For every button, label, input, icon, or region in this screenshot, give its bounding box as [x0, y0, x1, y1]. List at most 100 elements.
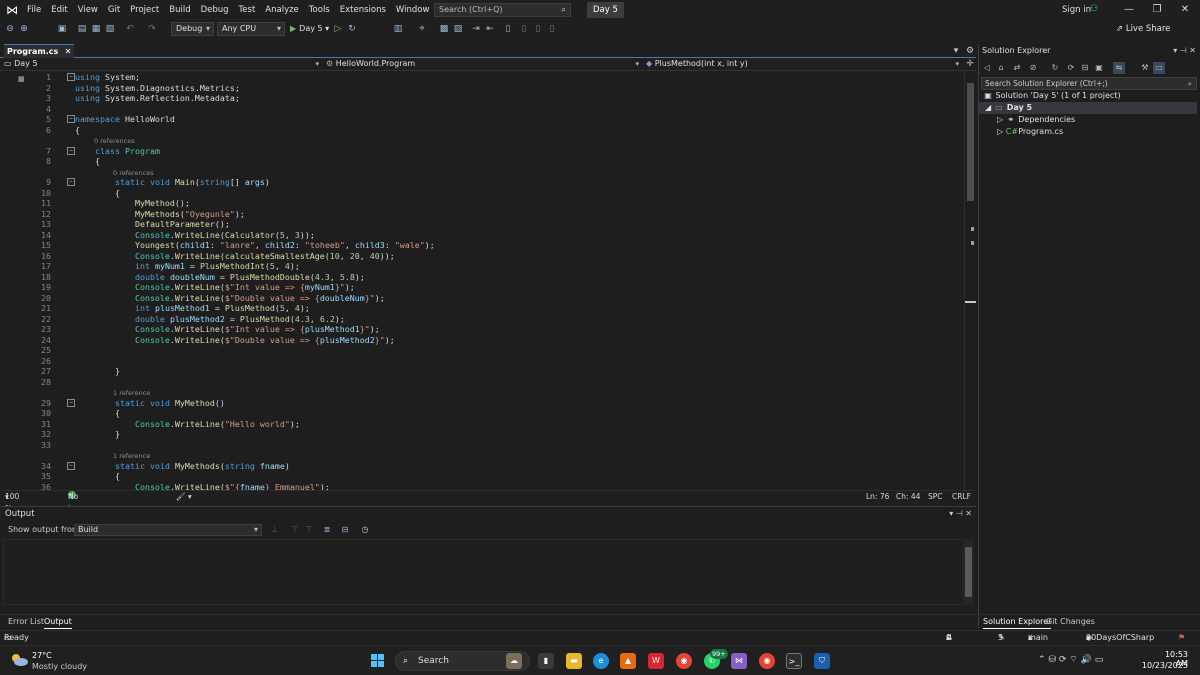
vlc-icon[interactable]: ▲ — [620, 653, 636, 669]
collapse-region-icon[interactable]: − — [67, 398, 75, 407]
collapse-region-icon[interactable]: − — [67, 461, 75, 470]
terminal-icon[interactable]: >_ — [786, 653, 802, 669]
solution-explorer-search-input[interactable]: Search Solution Explorer (Ctrl+;) ⌕ — [981, 77, 1197, 90]
column-number[interactable]: Ch: 44 — [896, 491, 920, 503]
save-all-icon[interactable]: ▧ — [104, 23, 116, 35]
volume-icon[interactable]: 🔊 — [1081, 655, 1092, 665]
widget-app-icon[interactable]: ☁ — [506, 653, 522, 669]
new-project-icon[interactable]: ▣ — [56, 23, 68, 35]
code-line[interactable]: 8 { — [0, 156, 964, 167]
line-number[interactable]: Ln: 76 — [866, 491, 889, 503]
collapse-region-icon[interactable]: − — [67, 115, 75, 123]
wps-office-icon[interactable]: W — [648, 653, 664, 669]
code-line[interactable]: 3 using System.Reflection.Metadata; — [0, 93, 964, 104]
code-line[interactable]: 16 Console.WriteLine(calculateSmallestAg… — [0, 251, 964, 262]
code-line[interactable]: 5 − namespace HelloWorld — [0, 114, 964, 125]
cloudy-weather-icon[interactable] — [10, 653, 28, 667]
tab-git-changes[interactable]: Git Changes — [1046, 615, 1095, 628]
undo-icon[interactable]: ↶ — [124, 23, 136, 35]
timestamp-icon[interactable]: ◷ — [360, 525, 370, 535]
code-line[interactable]: 33 — [0, 440, 964, 451]
code-line[interactable]: 11 MyMethod(); — [0, 198, 964, 209]
prev-bookmark-icon[interactable]: ▯ — [518, 23, 530, 35]
codelens-references[interactable]: 0 references — [113, 169, 154, 177]
output-vertical-scrollbar[interactable] — [962, 539, 974, 605]
line-ending-mode[interactable]: CRLF — [952, 491, 971, 503]
menu-window[interactable]: Window — [391, 0, 435, 20]
menu-git[interactable]: Git — [103, 0, 125, 20]
find-icon[interactable]: ⌖ — [416, 23, 428, 35]
tab-output[interactable]: Output — [44, 615, 72, 629]
code-line[interactable]: 18 double doubleNum = PlusMethodDouble(4… — [0, 272, 964, 283]
solution-explorer-controls[interactable]: ▾ ⊣ ✕ — [1173, 45, 1196, 57]
close-icon[interactable]: ✕ — [1189, 46, 1196, 55]
menu-view[interactable]: View — [73, 0, 103, 20]
save-icon[interactable]: ▦ — [90, 23, 102, 35]
platform-dropdown[interactable]: Any CPU ▾ — [217, 22, 285, 36]
close-window-button[interactable]: ✕ — [1172, 0, 1198, 20]
member-dropdown[interactable]: ◆ PlusMethod(int x, int y) ▾ — [646, 58, 962, 70]
live-share-button[interactable]: ⇗ Live Share — [1116, 22, 1170, 36]
file-explorer-icon[interactable]: ▬ — [566, 653, 582, 669]
pending-changes-icon[interactable]: ⊘ — [1027, 62, 1039, 74]
switch-views-icon[interactable]: ⇄ — [1011, 62, 1023, 74]
tree-project[interactable]: ◢ ▭ Day 5 — [979, 102, 1197, 114]
editor-vertical-scrollbar[interactable] — [964, 71, 976, 490]
commits-indicator[interactable]: ⇅ 0 / 0 ▴ — [946, 631, 953, 668]
security-shield-icon[interactable]: ⛉ — [814, 653, 830, 669]
system-tray[interactable]: ⌃ ⛁ ⟳ ⌔ 🔊 ▭ — [1038, 654, 1103, 665]
back-icon[interactable]: ◁ — [981, 62, 993, 74]
tree-solution[interactable]: ▣ Solution 'Day 5' (1 of 1 project) — [983, 90, 1120, 102]
branch-indicator[interactable]: ⑂ main ▴ — [1028, 631, 1048, 644]
menu-build[interactable]: Build — [164, 0, 195, 20]
previous-message-icon[interactable]: ⊤ — [290, 525, 300, 535]
update-icon[interactable]: ⟳ — [1059, 655, 1067, 665]
menu-test[interactable]: Test — [234, 0, 261, 20]
sign-in-link[interactable]: Sign in — [1062, 0, 1091, 20]
dropdown-icon[interactable]: ▾ — [949, 509, 953, 518]
panel-icon[interactable]: ▨ — [452, 23, 464, 35]
indent-icon[interactable]: ⇥ — [470, 23, 482, 35]
code-line[interactable]: 26 — [0, 356, 964, 367]
hot-reload-icon[interactable]: ↻ — [346, 23, 358, 35]
menu-edit[interactable]: Edit — [46, 0, 72, 20]
edge-browser-icon[interactable]: e — [593, 653, 609, 669]
refresh-icon[interactable]: ⟳ — [1065, 62, 1077, 74]
code-line[interactable]: 19 Console.WriteLine($"Int value => {myN… — [0, 282, 964, 293]
project-dropdown[interactable]: ▭ Day 5 ▾ — [4, 58, 322, 70]
codelens-references[interactable]: 1 reference — [113, 452, 150, 460]
network-drive-icon[interactable]: ⛁ — [1048, 655, 1056, 665]
weather-description[interactable]: Mostly cloudy — [32, 662, 87, 671]
preview-icon[interactable]: ▭ — [1153, 62, 1165, 74]
code-line[interactable]: 27 } — [0, 366, 964, 377]
type-dropdown[interactable]: ⚙ HelloWorld.Program ▾ — [326, 58, 642, 70]
code-line[interactable]: 25 — [0, 345, 964, 356]
outdent-icon[interactable]: ⇤ — [484, 23, 496, 35]
layout-icon[interactable]: ▩ — [438, 23, 450, 35]
codelens-references[interactable]: 0 references — [94, 137, 135, 145]
home-icon[interactable]: ⌂ — [995, 62, 1007, 74]
menu-project[interactable]: Project — [125, 0, 164, 20]
code-line[interactable]: 7 − class Program — [0, 146, 964, 157]
code-line[interactable]: 34 − static void MyMethods(string fname) — [0, 461, 964, 472]
minimize-button[interactable]: — — [1116, 0, 1142, 20]
configuration-dropdown[interactable]: Debug ▾ — [171, 22, 214, 36]
device-icon[interactable]: ▥ — [392, 23, 404, 35]
find-message-icon[interactable]: ⊥ — [270, 525, 280, 535]
battery-icon[interactable]: ▭ — [1095, 655, 1104, 665]
collapse-region-icon[interactable]: − — [67, 178, 75, 186]
tab-error-list[interactable]: Error List — [8, 615, 44, 628]
code-line[interactable]: 31 Console.WriteLine("Hello world"); — [0, 419, 964, 430]
code-line[interactable]: 29 − static void MyMethod() — [0, 398, 964, 409]
code-line[interactable]: 17 int myNum1 = PlusMethodInt(5, 4); — [0, 261, 964, 272]
notifications-icon[interactable]: ⚑ — [1178, 631, 1185, 644]
scrollbar-thumb[interactable] — [967, 83, 974, 201]
output-source-dropdown[interactable]: Build ▾ — [74, 524, 262, 536]
collapse-region-icon[interactable]: − — [67, 73, 75, 81]
show-all-files-icon[interactable]: ▣ — [1093, 62, 1105, 74]
code-line[interactable]: 36 Console.WriteLine($"{fname} Emmanuel"… — [0, 482, 964, 491]
code-line[interactable]: 21 int plusMethod1 = PlusMethod(5, 4); — [0, 303, 964, 314]
visual-studio-icon[interactable]: ⋈ — [731, 653, 747, 669]
code-line[interactable]: 20 Console.WriteLine($"Double value => {… — [0, 293, 964, 304]
codelens-references[interactable]: 1 reference — [113, 389, 150, 397]
